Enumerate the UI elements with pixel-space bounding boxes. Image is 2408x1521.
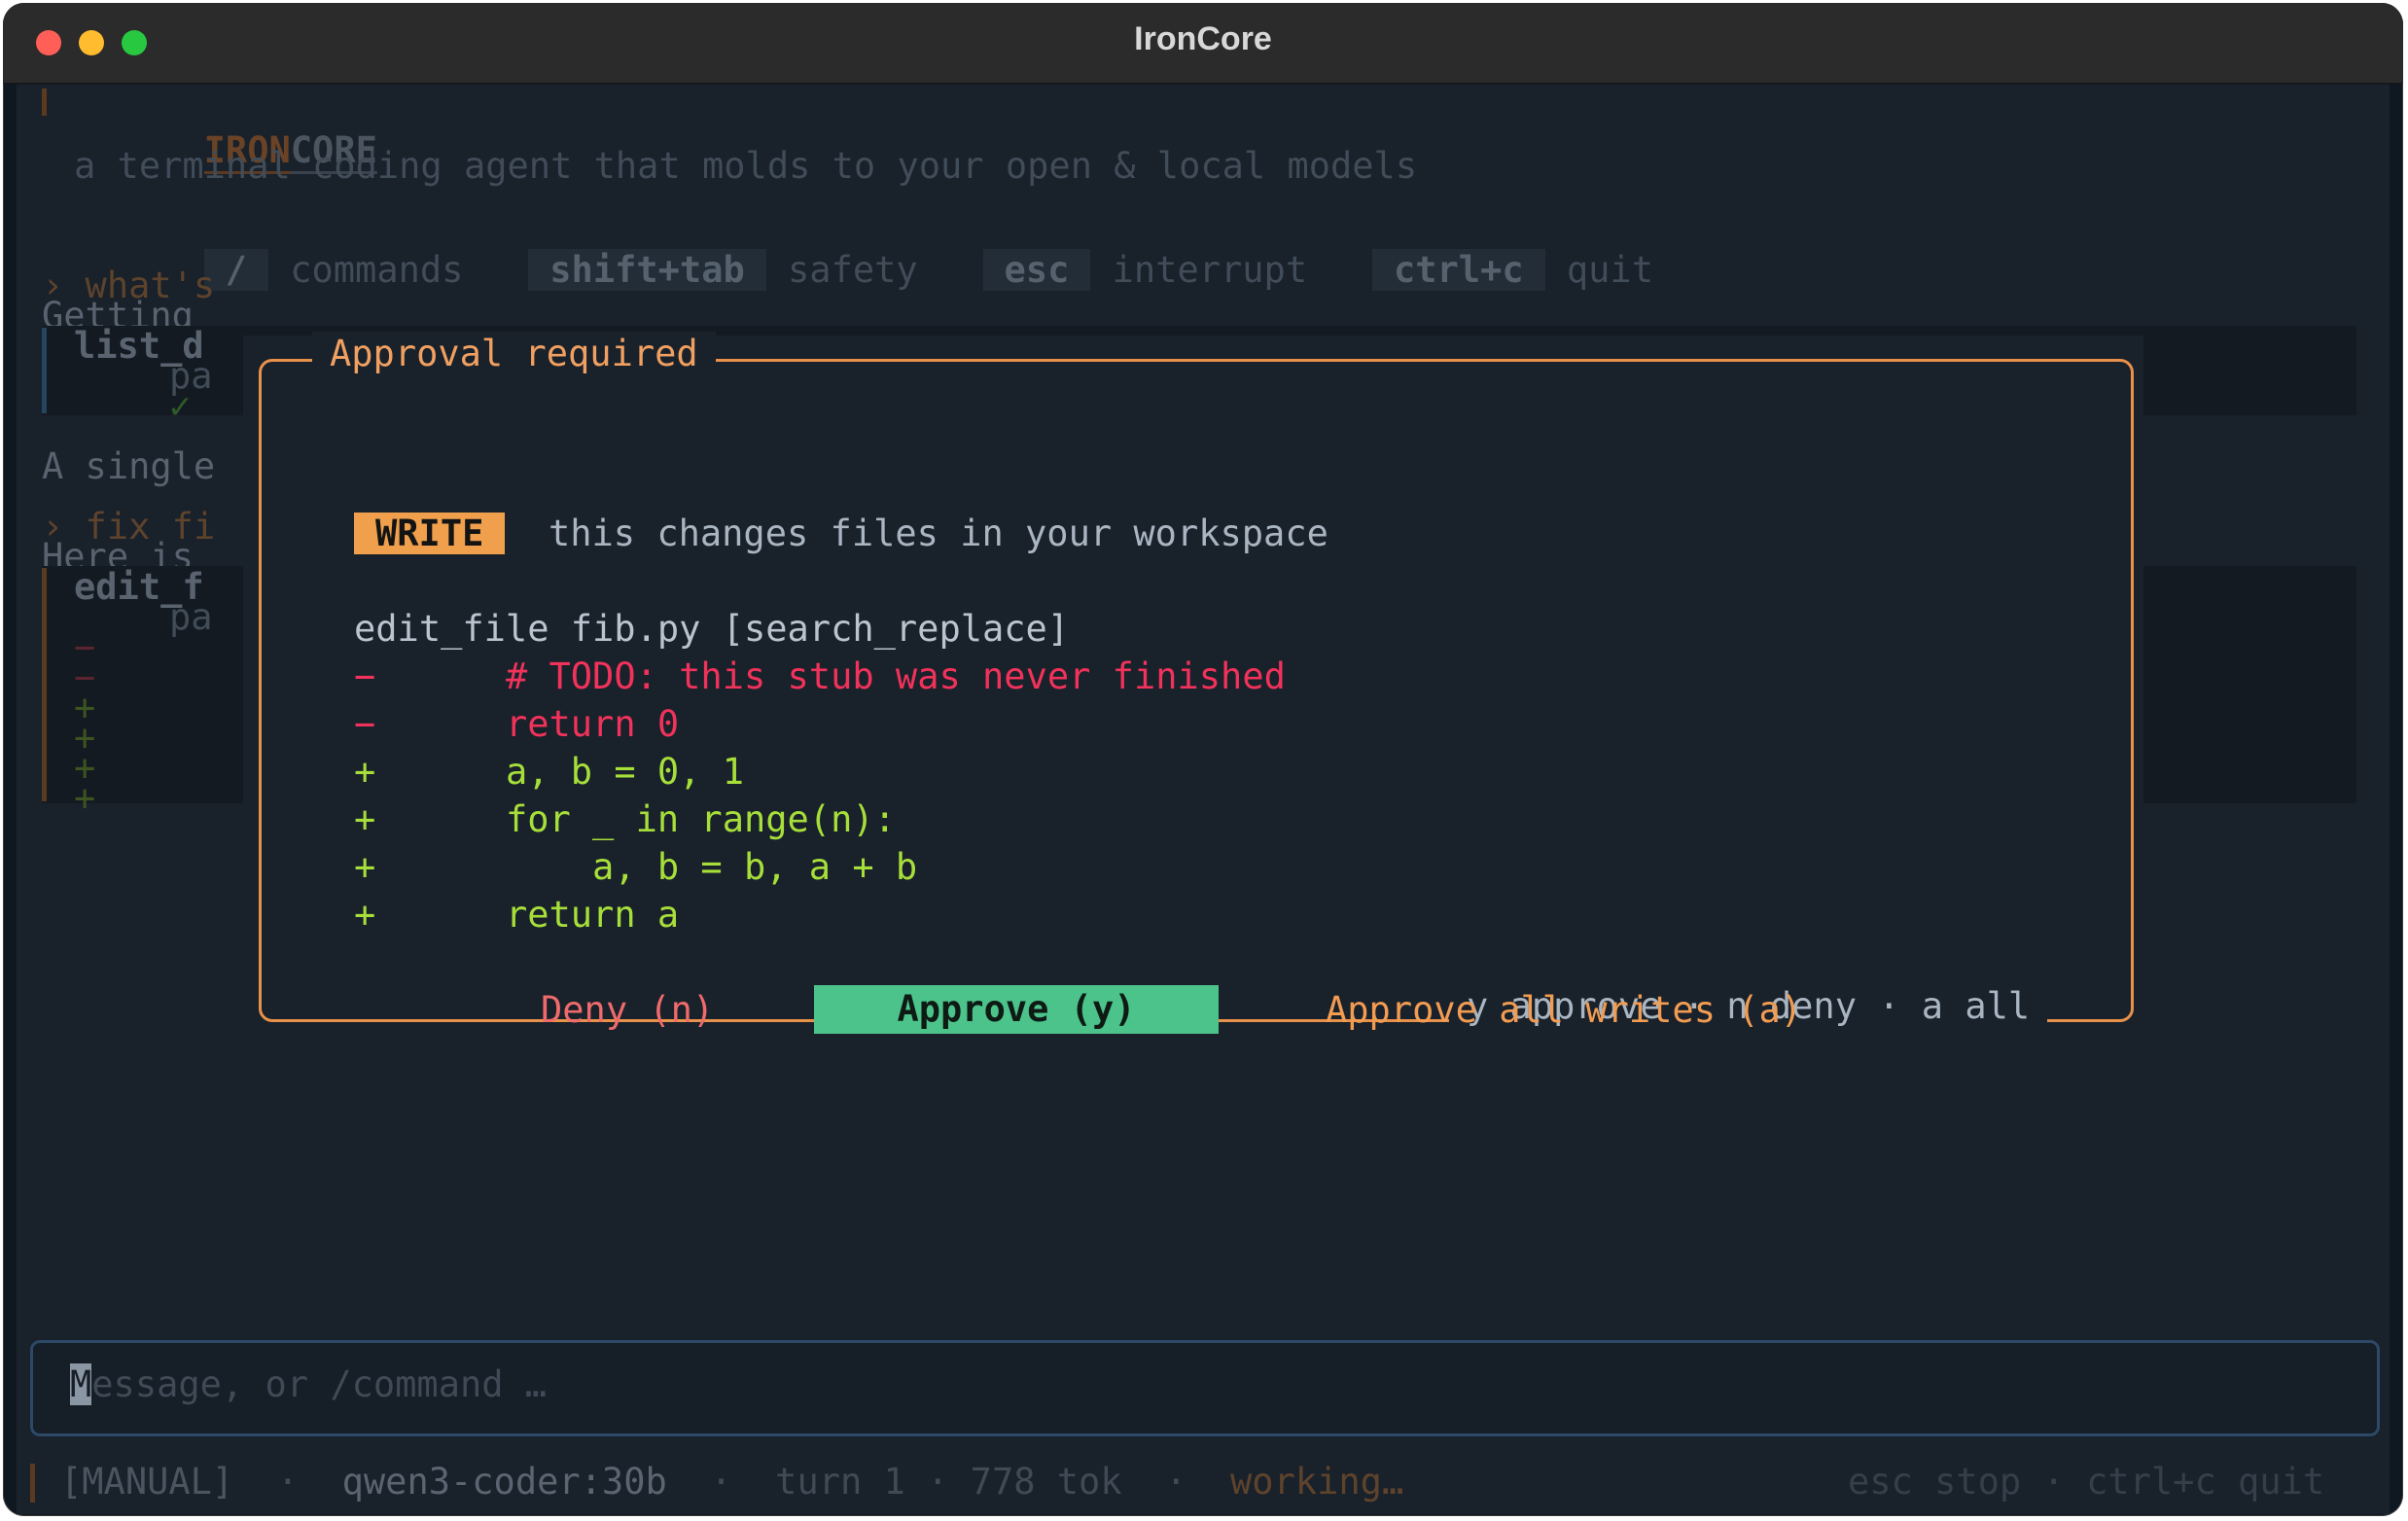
diff-sign: +	[354, 751, 376, 793]
diff-sign: −	[354, 703, 376, 745]
input-placeholder-text: essage, or /command …	[91, 1363, 548, 1405]
write-badge: WRITE	[354, 513, 506, 554]
diff-sign: +	[354, 798, 376, 840]
diff-code: # TODO: this stub was never finished	[418, 655, 1286, 697]
diff-sign: +	[354, 894, 376, 936]
shortcut-key-safety: shift+tab	[528, 249, 766, 291]
status-separator: ·	[1165, 1461, 1187, 1503]
diff-line-added: + a, b = b, a + b	[354, 845, 917, 890]
dialog-title: Approval required	[312, 332, 716, 376]
diff-code: for _ in range(n):	[418, 798, 896, 840]
shortcut-bar: / commands shift+tab safety esc interrup…	[74, 203, 1653, 337]
diff-line-added: + return a	[354, 893, 679, 937]
status-separator: ·	[927, 1461, 949, 1503]
status-separator: ·	[710, 1461, 732, 1503]
diff-code: return 0	[418, 703, 680, 745]
text-cursor: M	[70, 1363, 92, 1405]
approve-all-button[interactable]: Approve all writes (a)	[1326, 988, 1802, 1033]
diff-code: a, b = b, a + b	[418, 846, 918, 888]
status-hints: esc stop · ctrl+c quit	[1848, 1460, 2324, 1504]
diff-line-added: + for _ in range(n):	[354, 797, 896, 842]
diff-sign: +	[354, 846, 376, 888]
status-accent-bar	[30, 1464, 35, 1503]
shortcut-key-interrupt: esc	[982, 249, 1091, 291]
status-mode: [MANUAL]	[60, 1461, 234, 1503]
shortcut-label-safety: safety	[788, 249, 918, 291]
diff-line-added: + a, b = 0, 1	[354, 750, 744, 795]
diff-sign: −	[354, 655, 376, 697]
status-hint-quit: ctrl+c quit	[2086, 1461, 2325, 1503]
shortcut-key-quit: ctrl+c	[1371, 249, 1545, 291]
shortcut-label-commands: commands	[290, 249, 464, 291]
input-placeholder: Message, or /command …	[70, 1362, 547, 1407]
logo-accent-bar	[42, 88, 47, 116]
tool-call-bar-2	[42, 568, 47, 801]
tool-call-bar-1	[42, 328, 47, 413]
status-bar: [MANUAL] · qwen3-coder:30b · turn 1 · 77…	[60, 1460, 1403, 1504]
write-badge-description: this changes files in your workspace	[548, 513, 1328, 554]
status-tokens: 778 tok	[970, 1461, 1122, 1503]
window-title: IronCore	[1134, 20, 1272, 57]
check-icon: ✓	[169, 385, 192, 427]
shortcut-label-interrupt: interrupt	[1112, 249, 1308, 291]
status-separator: ·	[276, 1461, 300, 1503]
assistant-answer-1: A single	[42, 445, 216, 487]
approve-button[interactable]: Approve (y)	[814, 985, 1219, 1034]
message-input[interactable]: Message, or /command …	[30, 1340, 2380, 1436]
diff-code: return a	[418, 894, 680, 936]
status-hint-stop: esc stop	[1848, 1461, 2022, 1503]
diff-line-removed: − # TODO: this stub was never finished	[354, 654, 1286, 699]
shortcut-label-quit: quit	[1566, 249, 1653, 291]
title-bar: IronCore	[3, 3, 2403, 84]
bg-diff-sign: +	[74, 777, 96, 819]
status-state: working…	[1230, 1461, 1404, 1503]
deny-button[interactable]: Deny (n)	[541, 988, 714, 1033]
status-turn: turn 1	[775, 1461, 905, 1503]
status-separator: ·	[2042, 1461, 2065, 1503]
tagline: a terminal coding agent that molds to yo…	[74, 145, 1418, 187]
app-window: IronCore IRONCORE a terminal coding agen…	[3, 3, 2403, 1516]
dialog-command: edit_file fib.py [search_replace]	[354, 608, 1070, 650]
diff-code: a, b = 0, 1	[418, 751, 744, 793]
tool-call-arg-2: pa	[169, 596, 213, 638]
write-badge-row: WRITE this changes files in your workspa…	[354, 512, 1328, 556]
status-model: qwen3-coder:30b	[341, 1461, 667, 1503]
diff-line-removed: − return 0	[354, 702, 679, 747]
